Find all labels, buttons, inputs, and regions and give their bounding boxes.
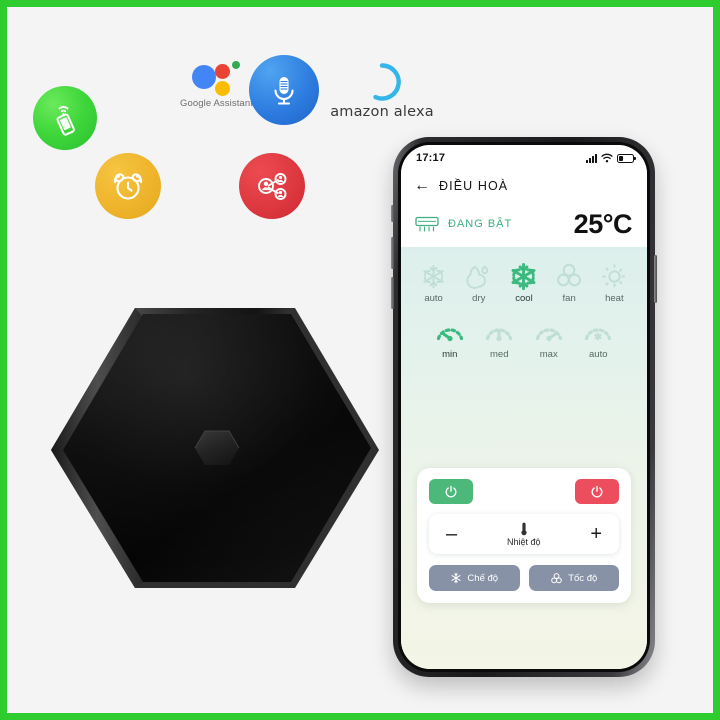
temp-label: Nhiệt độ	[506, 536, 541, 547]
mode-fan[interactable]: fan	[547, 261, 591, 304]
snowflake-auto-icon	[420, 261, 447, 291]
speed-med[interactable]: med	[477, 317, 521, 360]
wifi-icon	[601, 153, 613, 163]
temp-stepper-label-group: Nhiệt độ	[506, 522, 541, 547]
snowflake-icon	[509, 261, 538, 291]
silent-switch[interactable]	[391, 205, 394, 222]
mode-label: auto	[424, 293, 443, 304]
alexa-ring-icon	[373, 63, 401, 101]
battery-icon	[617, 153, 636, 163]
temperature-stepper: – Nhiệt độ +	[429, 514, 619, 554]
power-on-button[interactable]	[429, 479, 473, 504]
voice-microphone-icon	[249, 55, 319, 125]
cellular-bars-icon	[586, 153, 597, 163]
option-button-row: Chế độ Tốc độ	[429, 565, 619, 591]
mode-auto[interactable]: auto	[412, 261, 456, 304]
water-drop-icon	[465, 261, 492, 291]
air-conditioner-icon	[415, 216, 439, 232]
amazon-alexa-logo: amazon alexa	[330, 62, 434, 124]
snowflake-small-icon	[451, 572, 462, 584]
remote-control-card: – Nhiệt độ + Chế độ Tốc độ	[417, 468, 631, 603]
status-bar: 17:17	[401, 145, 647, 171]
status-indicators	[586, 153, 636, 163]
status-clock: 17:17	[416, 152, 446, 164]
speed-label: min	[442, 349, 458, 360]
power-icon	[591, 485, 603, 497]
speed-label: med	[490, 349, 509, 360]
speed-min[interactable]: min	[428, 317, 472, 360]
operation-mode-row: auto dry cool fan heat	[411, 261, 637, 304]
fan-small-icon	[551, 572, 563, 583]
fan-blades-icon	[555, 261, 583, 291]
speed-select-button[interactable]: Tốc độ	[528, 565, 619, 591]
speed-auto[interactable]: auto	[576, 317, 620, 360]
product-image-canvas: Google Assistant amazon alexa 17:17 ← ĐI…	[7, 7, 713, 713]
smart-phone-wifi-icon	[33, 86, 97, 150]
app-header: ← ĐIỀU HOÀ	[401, 171, 647, 201]
mode-select-label: Chế độ	[467, 572, 499, 584]
gauge-min-icon	[435, 317, 465, 347]
amazon-alexa-label: amazon alexa	[330, 104, 434, 120]
speed-label: max	[539, 349, 558, 360]
gauge-max-icon	[534, 317, 564, 347]
speed-select-label: Tốc độ	[568, 572, 598, 584]
device-status-strip: ĐANG BẬT 25°C	[401, 201, 647, 247]
power-side-button[interactable]	[654, 255, 657, 303]
gauge-auto-icon	[583, 317, 613, 347]
speed-max[interactable]: max	[527, 317, 571, 360]
mode-label: fan	[562, 293, 576, 304]
mode-label: heat	[605, 293, 624, 304]
mode-cool[interactable]: cool	[502, 261, 546, 304]
sun-icon	[601, 261, 628, 291]
google-assistant-dots-icon	[188, 59, 246, 99]
mode-label: cool	[515, 293, 533, 304]
share-users-icon	[239, 153, 305, 219]
page-title: ĐIỀU HOÀ	[439, 179, 509, 193]
back-arrow-icon[interactable]: ←	[414, 178, 430, 194]
mode-dry[interactable]: dry	[457, 261, 501, 304]
mode-select-button[interactable]: Chế độ	[429, 565, 520, 591]
power-icon	[445, 485, 457, 497]
mode-heat[interactable]: heat	[592, 261, 636, 304]
hexagon-ir-hub	[51, 308, 379, 588]
fan-speed-row: min med max auto	[411, 317, 637, 360]
power-off-button[interactable]	[575, 479, 619, 504]
current-temperature: 25°C	[573, 208, 633, 239]
google-assistant-label: Google Assistant	[180, 98, 253, 109]
volume-up-button[interactable]	[391, 237, 394, 269]
google-assistant-logo: Google Assistant	[174, 59, 259, 121]
gauge-med-icon	[484, 317, 514, 347]
temp-decrease-button[interactable]: –	[446, 524, 457, 544]
temp-increase-button[interactable]: +	[590, 524, 602, 544]
volume-down-button[interactable]	[391, 277, 394, 309]
alarm-clock-icon	[95, 153, 161, 219]
smartphone-mockup: 17:17 ← ĐIỀU HOÀ ĐANG BẬT 25°C auto dry …	[391, 137, 657, 677]
modes-panel: auto dry cool fan heat min med max auto	[401, 247, 647, 669]
thermometer-icon	[521, 522, 527, 535]
phone-bezel: 17:17 ← ĐIỀU HOÀ ĐANG BẬT 25°C auto dry …	[398, 142, 650, 672]
speed-label: auto	[589, 349, 608, 360]
phone-screen: 17:17 ← ĐIỀU HOÀ ĐANG BẬT 25°C auto dry …	[401, 145, 647, 669]
power-button-row	[429, 479, 619, 504]
mode-label: dry	[472, 293, 486, 304]
status-badge: ĐANG BẬT	[448, 218, 513, 230]
